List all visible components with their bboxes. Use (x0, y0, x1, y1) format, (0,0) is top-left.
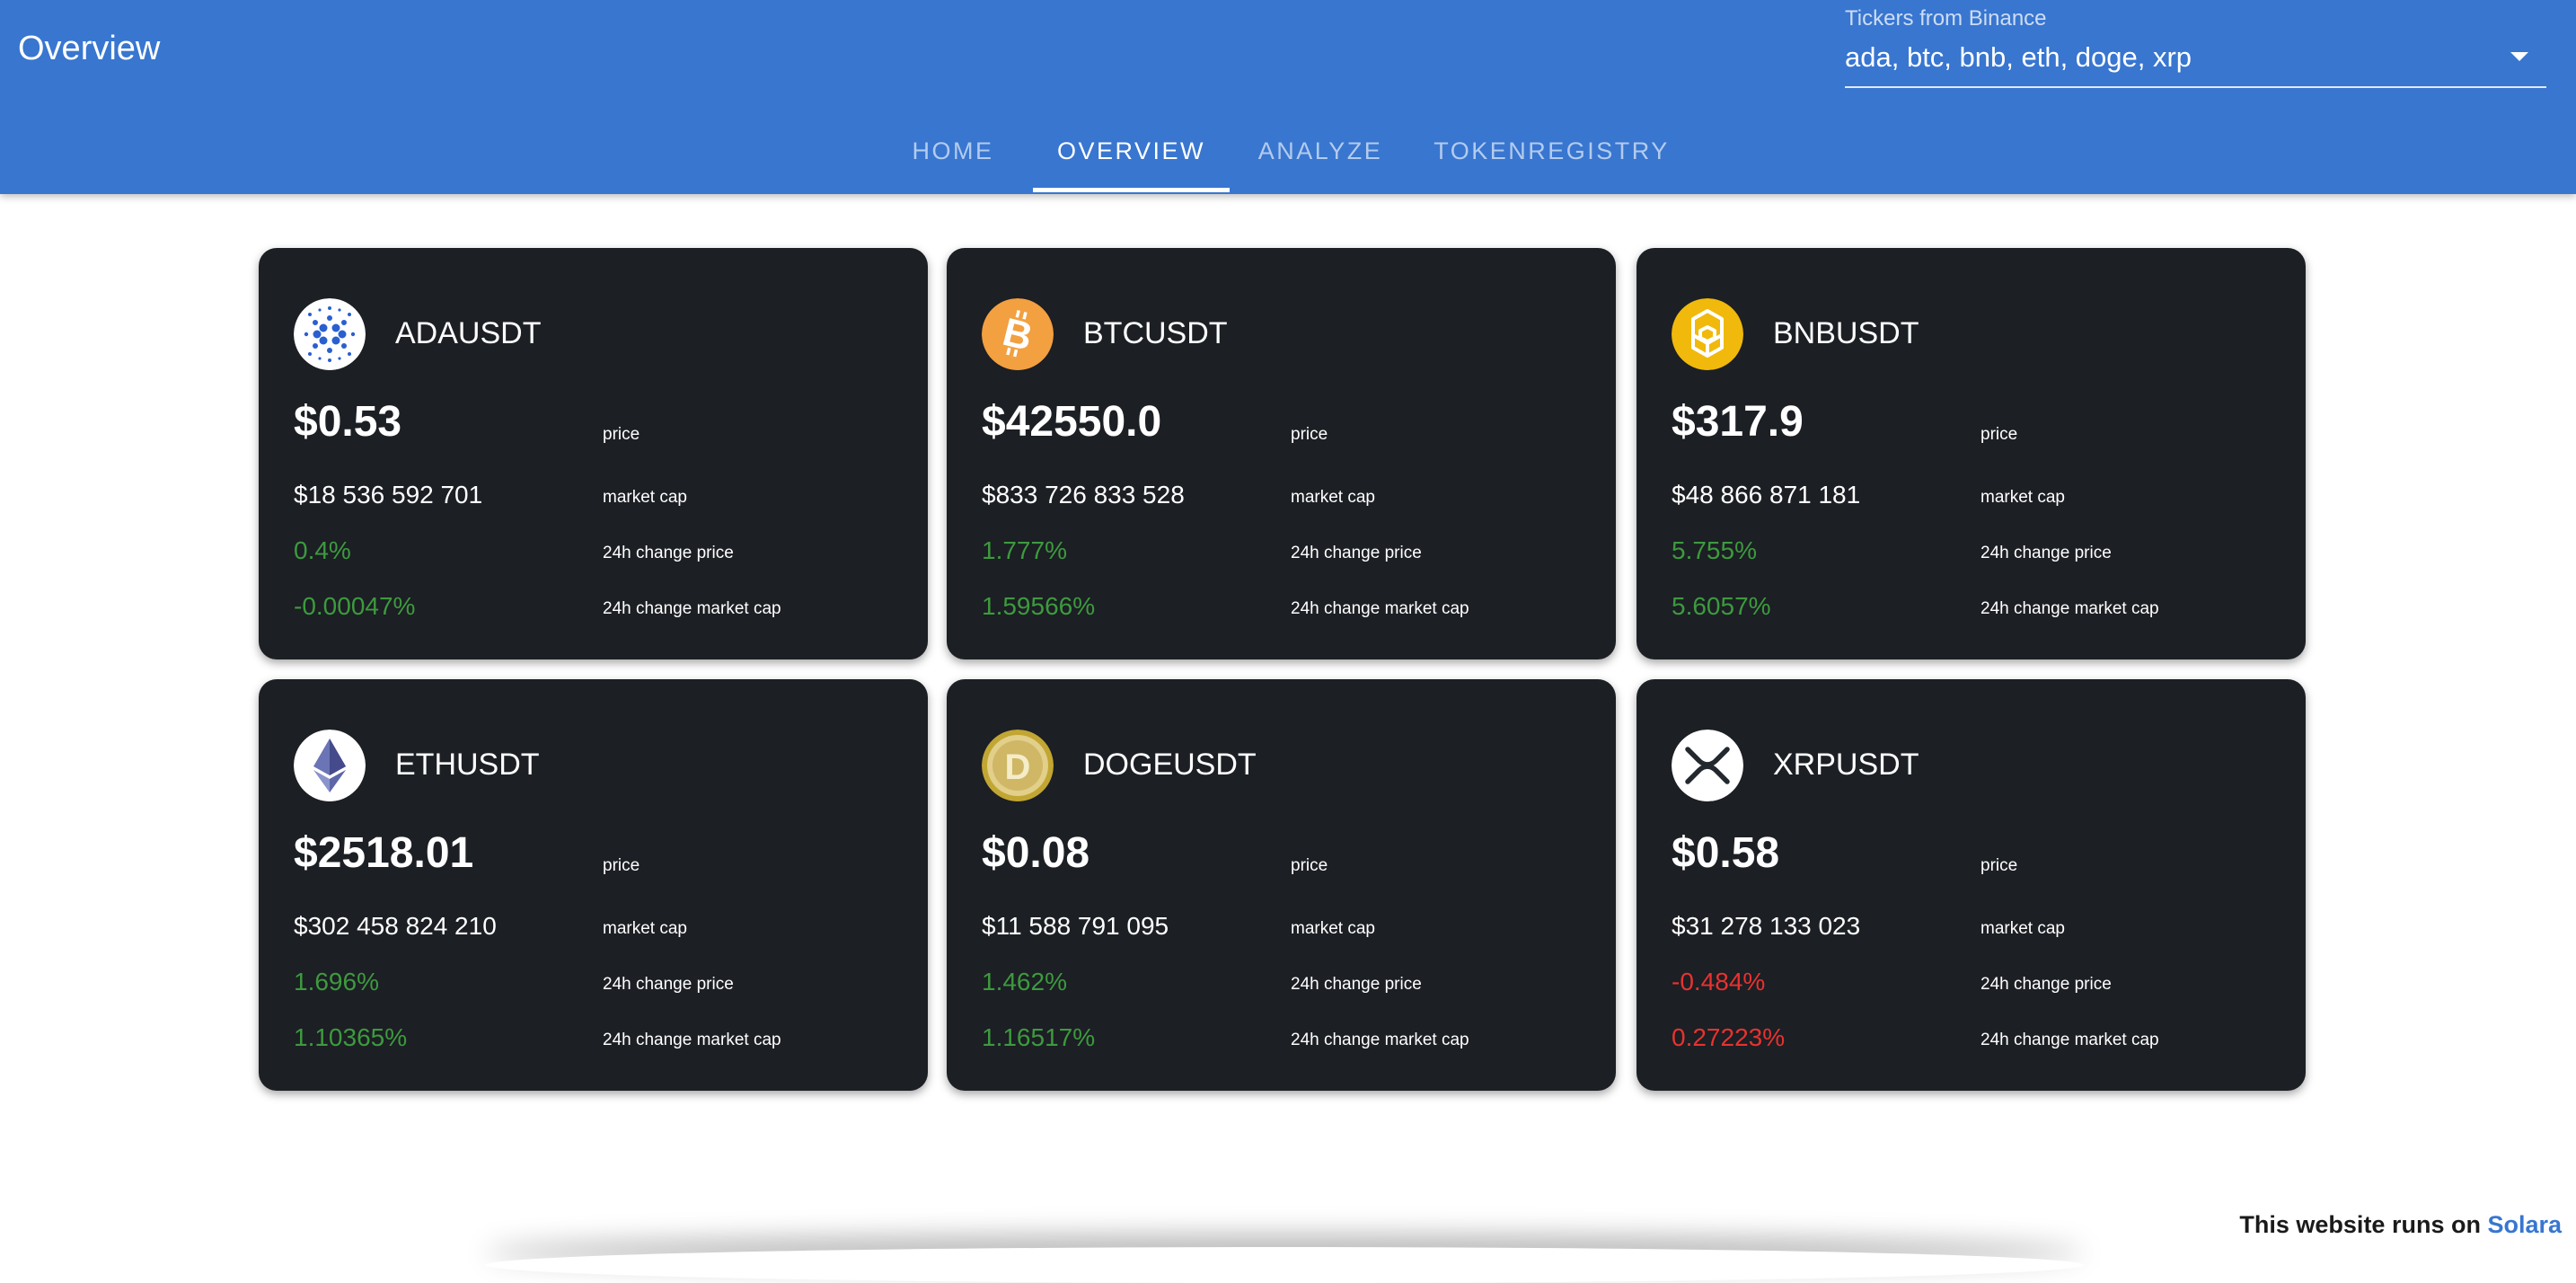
change-market-cap-value: 0.27223% (1672, 1023, 1786, 1051)
change-market-cap-label: 24h change market cap (1291, 599, 1469, 618)
ticker-card-bnb: BNBUSDT $317.9 price $48 866 871 181 mar… (1636, 248, 2306, 659)
market-cap-value: $833 726 833 528 (982, 481, 1185, 509)
change-price-label: 24h change price (1291, 975, 1422, 994)
tab-bar: Home Overview Analyze TokenRegistry (0, 122, 2576, 194)
caret-down-icon[interactable] (2510, 52, 2528, 61)
ticker-symbol: ADAUSDT (395, 316, 542, 350)
market-cap-label: market cap (1981, 919, 2065, 938)
change-market-cap-label: 24h change market cap (1981, 599, 2159, 618)
page-title: Overview (18, 30, 161, 67)
market-cap-label: market cap (1981, 488, 2065, 507)
ticker-symbol: XRPUSDT (1773, 748, 1919, 782)
ticker-symbol: BTCUSDT (1083, 316, 1228, 350)
ticker-card-ada: ADAUSDT $0.53 price $18 536 592 701 mark… (259, 248, 928, 659)
change-market-cap-label: 24h change market cap (603, 1031, 781, 1049)
market-cap-value: $48 866 871 181 (1672, 481, 1861, 509)
price-label: price (1291, 425, 1328, 444)
change-market-cap-label: 24h change market cap (603, 599, 781, 618)
market-cap-value: $31 278 133 023 (1672, 912, 1861, 940)
change-price-label: 24h change price (1981, 975, 2112, 994)
price-value: $0.08 (982, 829, 1090, 877)
ticker-card-btc: B BTCUSDT $42550.0 price $833 726 833 52… (947, 248, 1616, 659)
market-cap-label: market cap (1291, 919, 1375, 938)
ticker-symbol: DOGEUSDT (1083, 748, 1257, 782)
change-price-value: 1.696% (294, 968, 379, 995)
svg-text:D: D (1005, 748, 1031, 787)
price-value: $42550.0 (982, 398, 1162, 446)
market-cap-label: market cap (603, 919, 687, 938)
price-value: $2518.01 (294, 829, 474, 877)
market-cap-value: $11 588 791 095 (982, 912, 1169, 940)
tab-home[interactable]: Home (891, 122, 1015, 194)
change-market-cap-value: -0.00047% (294, 592, 416, 620)
ticker-symbol: ETHUSDT (395, 748, 540, 782)
ticker-symbol: BNBUSDT (1773, 316, 1919, 350)
tab-analyze[interactable]: Analyze (1244, 122, 1397, 194)
change-market-cap-value: 1.59566% (982, 592, 1096, 620)
price-label: price (603, 856, 640, 875)
ticker-card-xrp: XRPUSDT $0.58 price $31 278 133 023 mark… (1636, 679, 2306, 1091)
ethereum-icon (294, 730, 366, 801)
tab-tokenregistry[interactable]: TokenRegistry (1428, 122, 1675, 194)
change-market-cap-value: 1.16517% (982, 1023, 1096, 1051)
change-price-value: 5.755% (1672, 536, 1757, 564)
price-value: $0.53 (294, 398, 402, 446)
market-cap-label: market cap (1291, 488, 1375, 507)
change-market-cap-value: 5.6057% (1672, 592, 1771, 620)
price-label: price (1981, 425, 2018, 444)
cardano-icon (294, 298, 366, 370)
app-bar: Overview Tickers from Binance ada, btc, … (0, 0, 2576, 194)
market-cap-label: market cap (603, 488, 687, 507)
change-price-value: 1.777% (982, 536, 1067, 564)
price-label: price (1981, 856, 2018, 875)
price-label: price (1291, 856, 1328, 875)
ticker-select-value[interactable]: ada, btc, bnb, eth, doge, xrp (1845, 40, 2192, 75)
ticker-card-doge: D DOGEUSDT $0.08 price $11 588 791 095 m… (947, 679, 1616, 1091)
market-cap-value: $18 536 592 701 (294, 481, 483, 509)
tab-overview[interactable]: Overview (1033, 122, 1230, 194)
dogecoin-icon: D (982, 730, 1054, 801)
ticker-card-eth: ETHUSDT $2518.01 price $302 458 824 210 … (259, 679, 928, 1091)
change-price-value: -0.484% (1672, 968, 1766, 995)
price-value: $317.9 (1672, 398, 1804, 446)
market-cap-value: $302 458 824 210 (294, 912, 497, 940)
change-market-cap-value: 1.10365% (294, 1023, 408, 1051)
xrp-icon (1672, 730, 1743, 801)
price-value: $0.58 (1672, 829, 1780, 877)
ticker-select[interactable]: Tickers from Binance ada, btc, bnb, eth,… (1845, 5, 2546, 88)
change-market-cap-label: 24h change market cap (1981, 1031, 2159, 1049)
bitcoin-icon: B (982, 298, 1054, 370)
change-price-value: 0.4% (294, 536, 351, 564)
change-price-label: 24h change price (603, 544, 734, 562)
change-price-label: 24h change price (1291, 544, 1422, 562)
change-market-cap-label: 24h change market cap (1291, 1031, 1469, 1049)
ticker-select-label: Tickers from Binance (1845, 6, 2047, 31)
change-price-label: 24h change price (603, 975, 734, 994)
price-label: price (603, 425, 640, 444)
solara-link[interactable]: Solara (2487, 1211, 2562, 1238)
change-price-value: 1.462% (982, 968, 1067, 995)
active-tab-indicator (1033, 188, 1230, 192)
change-price-label: 24h change price (1981, 544, 2112, 562)
footer-text: This website runs on (2239, 1211, 2488, 1238)
bnb-icon (1672, 298, 1743, 370)
footer-shadow (485, 1247, 2084, 1283)
footer-credit: This website runs on Solara (2239, 1209, 2562, 1240)
